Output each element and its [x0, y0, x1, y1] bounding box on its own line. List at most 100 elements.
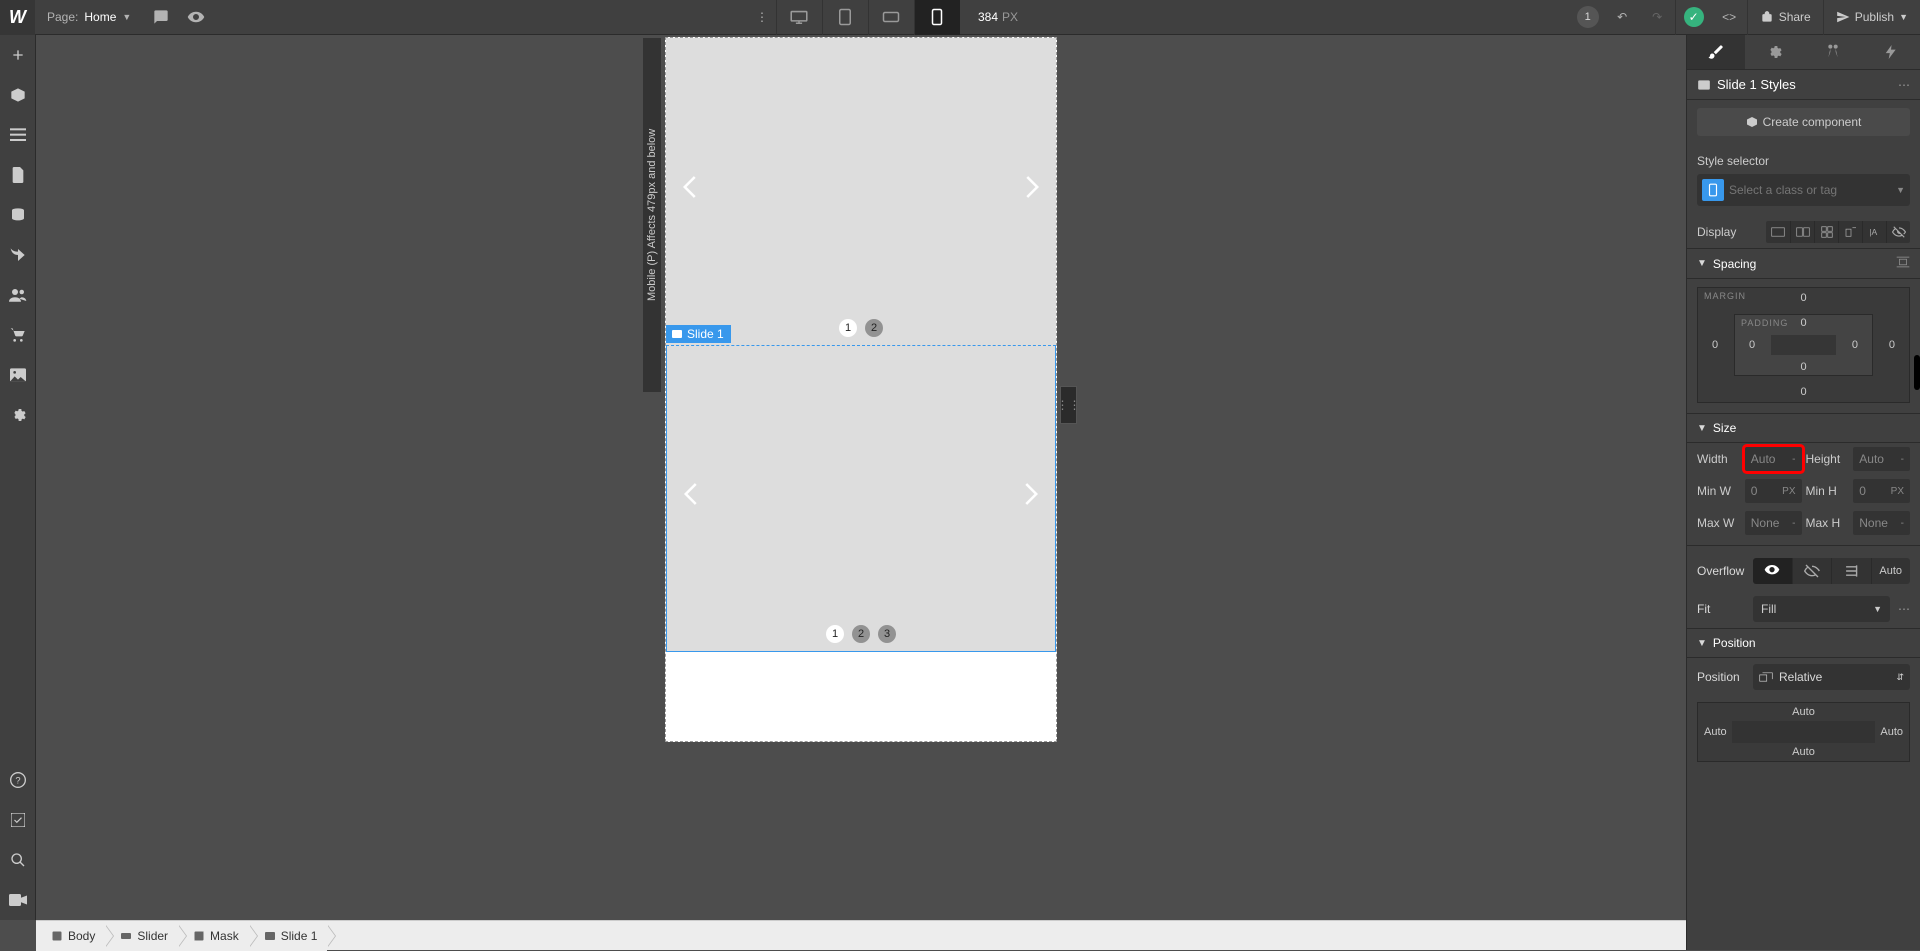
style-selector-label: Style selector	[1687, 144, 1920, 174]
help-icon[interactable]: ?	[0, 760, 35, 800]
selection-tag[interactable]: Slide 1	[666, 325, 731, 343]
comment-icon[interactable]	[143, 0, 178, 35]
more-icon[interactable]: ⋮	[748, 0, 776, 35]
assets-icon[interactable]	[0, 355, 35, 395]
slider-prev-arrow[interactable]	[667, 474, 717, 524]
display-inline-icon[interactable]: |A	[1862, 221, 1886, 243]
overflow-hidden-icon[interactable]	[1792, 558, 1832, 584]
slider-next-arrow[interactable]	[1006, 167, 1056, 217]
position-anchor-editor[interactable]: Auto Auto Auto Auto	[1697, 702, 1910, 762]
audit-icon[interactable]	[0, 800, 35, 840]
status-check-icon[interactable]: ✓	[1684, 7, 1704, 27]
spacing-section-header[interactable]: ▼ Spacing	[1687, 248, 1920, 279]
preview-icon[interactable]	[178, 0, 213, 35]
slider-dot[interactable]: 1	[839, 319, 857, 337]
overflow-auto-button[interactable]: Auto	[1871, 558, 1911, 584]
slider-dot[interactable]: 2	[865, 319, 883, 337]
size-section-header[interactable]: ▼ Size	[1687, 413, 1920, 443]
spacing-editor[interactable]: MARGIN 0 0 0 0 PADDING 0 0 0 0	[1697, 287, 1910, 403]
minw-input[interactable]: 0PX	[1745, 479, 1802, 503]
canvas[interactable]: Mobile (P) Affects 479px and below ⋮⋮ 1 …	[36, 35, 1686, 920]
undo-icon[interactable]: ↶	[1605, 0, 1640, 35]
settings-icon[interactable]	[0, 395, 35, 435]
slider-1-dots: 1 2	[839, 319, 883, 337]
pos-right[interactable]: Auto	[1880, 726, 1903, 738]
pages-icon[interactable]	[0, 155, 35, 195]
maxh-input[interactable]: None-	[1853, 511, 1910, 535]
slider-dot[interactable]: 1	[826, 625, 844, 643]
create-component-button[interactable]: Create component	[1697, 108, 1910, 136]
slider-2-slide-1[interactable]: Slide 1 1 2 3	[666, 345, 1056, 652]
users-icon[interactable]	[0, 275, 35, 315]
webflow-logo[interactable]: W	[0, 0, 35, 35]
crumb-body[interactable]: Body	[36, 921, 105, 951]
breakpoint-chip-icon[interactable]	[1702, 179, 1724, 201]
padding-bottom[interactable]: 0	[1800, 361, 1806, 373]
overflow-visible-icon[interactable]	[1753, 558, 1792, 584]
viewport-desktop[interactable]	[776, 0, 822, 35]
share-button[interactable]: Share	[1748, 0, 1823, 35]
tab-settings[interactable]	[1745, 35, 1803, 69]
position-select[interactable]: Relative ⇵	[1753, 664, 1910, 690]
pos-bottom[interactable]: Auto	[1792, 746, 1815, 758]
padding-left[interactable]: 0	[1749, 339, 1755, 351]
slider-dot[interactable]: 2	[852, 625, 870, 643]
padding-right[interactable]: 0	[1852, 339, 1858, 351]
viewport-mobile-portrait[interactable]	[914, 0, 960, 35]
chevron-down-icon: ▼	[1697, 258, 1707, 269]
minh-input[interactable]: 0PX	[1853, 479, 1910, 503]
cms-icon[interactable]	[0, 195, 35, 235]
scrollbar-thumb[interactable]	[1914, 355, 1920, 390]
symbols-icon[interactable]	[0, 75, 35, 115]
pos-left[interactable]: Auto	[1704, 726, 1727, 738]
add-element-icon[interactable]	[0, 35, 35, 75]
height-input[interactable]: Auto-	[1853, 447, 1910, 471]
style-selector[interactable]: ▼	[1697, 174, 1910, 206]
fit-more-icon[interactable]: ⋯	[1898, 602, 1910, 616]
margin-left[interactable]: 0	[1712, 339, 1718, 351]
maxw-input[interactable]: None-	[1745, 511, 1802, 535]
display-inlineblock-icon[interactable]	[1838, 221, 1862, 243]
class-input[interactable]	[1729, 183, 1891, 197]
search-icon[interactable]	[0, 840, 35, 880]
overflow-scroll-icon[interactable]	[1831, 558, 1871, 584]
ecommerce-icon[interactable]	[0, 235, 35, 275]
cart-icon[interactable]	[0, 315, 35, 355]
pos-top[interactable]: Auto	[1792, 706, 1815, 718]
code-export-icon[interactable]: <>	[1712, 0, 1747, 35]
viewport-mobile-landscape[interactable]	[868, 0, 914, 35]
width-input[interactable]: Auto-	[1745, 447, 1802, 471]
tab-style[interactable]	[1687, 35, 1745, 69]
video-icon[interactable]	[0, 880, 35, 920]
canvas-resize-handle[interactable]: ⋮⋮	[1060, 386, 1077, 424]
slider-dot[interactable]: 3	[878, 625, 896, 643]
viewport-width[interactable]: 384 PX	[960, 10, 1036, 24]
spacing-expand-icon[interactable]	[1896, 256, 1910, 271]
navigator-icon[interactable]	[0, 115, 35, 155]
margin-bottom[interactable]: 0	[1800, 386, 1806, 398]
crumb-mask[interactable]: Mask	[178, 921, 249, 951]
page-selector[interactable]: Page: Home ▼	[35, 10, 143, 24]
changes-badge[interactable]: 1	[1577, 6, 1599, 28]
margin-right[interactable]: 0	[1889, 339, 1895, 351]
slider-1[interactable]: 1 2	[666, 38, 1056, 345]
display-flex-icon[interactable]	[1790, 221, 1814, 243]
redo-icon[interactable]: ↷	[1640, 0, 1675, 35]
crumb-slider[interactable]: Slider	[105, 921, 178, 951]
panel-more-icon[interactable]: ⋯	[1898, 78, 1910, 92]
slider-prev-arrow[interactable]	[666, 167, 716, 217]
tab-effects[interactable]	[1862, 35, 1920, 69]
fit-select[interactable]: Fill ▼	[1753, 596, 1890, 622]
display-grid-icon[interactable]	[1814, 221, 1838, 243]
publish-button[interactable]: Publish ▼	[1824, 0, 1920, 35]
position-section-header[interactable]: ▼ Position	[1687, 628, 1920, 658]
padding-top[interactable]: 0	[1800, 317, 1806, 329]
tab-interactions[interactable]	[1804, 35, 1862, 69]
crumb-slide[interactable]: Slide 1	[249, 921, 328, 951]
display-none-icon[interactable]	[1886, 221, 1910, 243]
viewport-tablet[interactable]	[822, 0, 868, 35]
slider-next-arrow[interactable]	[1005, 474, 1055, 524]
display-block-icon[interactable]	[1766, 221, 1790, 243]
width-label: Width	[1697, 452, 1741, 466]
margin-top[interactable]: 0	[1800, 292, 1806, 304]
